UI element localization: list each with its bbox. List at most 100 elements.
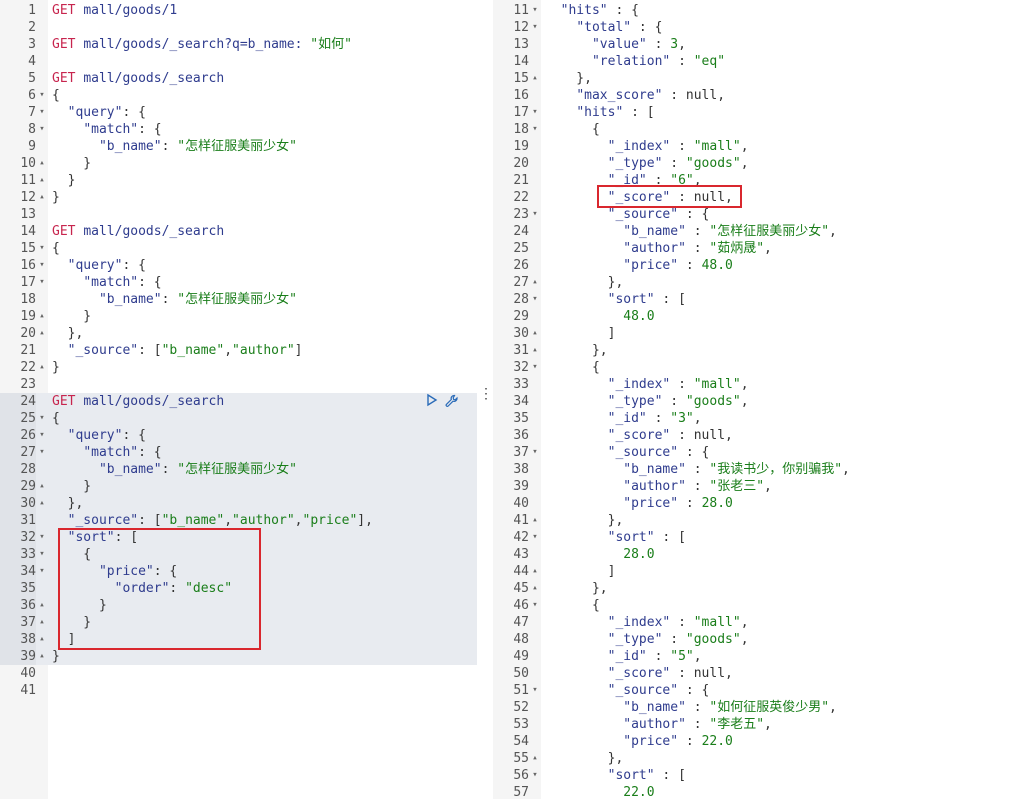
request-editor[interactable]: 1 GET mall/goods/1 2 3 GET mall/goods/_searc… bbox=[0, 0, 477, 799]
request-line[interactable]: 29 ▴ } bbox=[0, 478, 477, 495]
response-line[interactable]: 37 ▾ "_source" : { bbox=[493, 444, 1035, 461]
fold-close-icon[interactable]: ▴ bbox=[37, 308, 47, 325]
request-line[interactable]: 20 ▴ }, bbox=[0, 325, 477, 342]
response-line[interactable]: 57 22.0 bbox=[493, 784, 1035, 799]
response-line[interactable]: 28 ▾ "sort" : [ bbox=[493, 291, 1035, 308]
fold-close-icon[interactable]: ▴ bbox=[37, 648, 47, 665]
fold-open-icon[interactable]: ▾ bbox=[530, 444, 540, 461]
fold-open-icon[interactable]: ▾ bbox=[530, 767, 540, 784]
fold-close-icon[interactable]: ▴ bbox=[37, 614, 47, 631]
fold-close-icon[interactable]: ▴ bbox=[530, 325, 540, 342]
response-line[interactable]: 44 ▴ ] bbox=[493, 563, 1035, 580]
fold-open-icon[interactable]: ▾ bbox=[37, 410, 47, 427]
request-line[interactable]: 4 bbox=[0, 53, 477, 70]
response-line[interactable]: 36 "_score" : null, bbox=[493, 427, 1035, 444]
fold-close-icon[interactable]: ▴ bbox=[530, 580, 540, 597]
response-line[interactable]: 48 "_type" : "goods", bbox=[493, 631, 1035, 648]
response-line[interactable]: 13 "value" : 3, bbox=[493, 36, 1035, 53]
request-line[interactable]: 30 ▴ }, bbox=[0, 495, 477, 512]
request-line[interactable]: 7 ▾ "query": { bbox=[0, 104, 477, 121]
response-line[interactable]: 12 ▾ "total" : { bbox=[493, 19, 1035, 36]
response-line[interactable]: 34 "_type" : "goods", bbox=[493, 393, 1035, 410]
request-line[interactable]: 13 bbox=[0, 206, 477, 223]
fold-open-icon[interactable]: ▾ bbox=[37, 563, 47, 580]
request-line[interactable]: 21 "_source": ["b_name","author"] bbox=[0, 342, 477, 359]
response-line[interactable]: 33 "_index" : "mall", bbox=[493, 376, 1035, 393]
request-line[interactable]: 22 ▴} bbox=[0, 359, 477, 376]
request-line[interactable]: 40 bbox=[0, 665, 477, 682]
fold-close-icon[interactable]: ▴ bbox=[530, 274, 540, 291]
fold-open-icon[interactable]: ▾ bbox=[37, 240, 47, 257]
request-line[interactable]: 2 bbox=[0, 19, 477, 36]
request-line[interactable]: 25 ▾ { bbox=[0, 410, 477, 427]
request-line[interactable]: 6 ▾ { bbox=[0, 87, 477, 104]
response-line[interactable]: 53 "author" : "李老五", bbox=[493, 716, 1035, 733]
fold-open-icon[interactable]: ▾ bbox=[530, 291, 540, 308]
fold-close-icon[interactable]: ▴ bbox=[37, 478, 47, 495]
fold-open-icon[interactable]: ▾ bbox=[530, 529, 540, 546]
request-line[interactable]: 9 "b_name": "怎样征服美丽少女" bbox=[0, 138, 477, 155]
fold-open-icon[interactable]: ▾ bbox=[37, 257, 47, 274]
fold-open-icon[interactable]: ▾ bbox=[37, 274, 47, 291]
fold-close-icon[interactable]: ▴ bbox=[37, 631, 47, 648]
request-line[interactable]: 10 ▴ } bbox=[0, 155, 477, 172]
fold-close-icon[interactable]: ▴ bbox=[530, 70, 540, 87]
response-line[interactable]: 21 "_id" : "6", bbox=[493, 172, 1035, 189]
wrench-icon[interactable] bbox=[444, 393, 460, 410]
response-line[interactable]: 25 "author" : "茹炳晟", bbox=[493, 240, 1035, 257]
fold-close-icon[interactable]: ▴ bbox=[530, 750, 540, 767]
fold-open-icon[interactable]: ▾ bbox=[37, 87, 47, 104]
fold-open-icon[interactable]: ▾ bbox=[530, 359, 540, 376]
request-line[interactable]: 23 bbox=[0, 376, 477, 393]
response-line[interactable]: 19 "_index" : "mall", bbox=[493, 138, 1035, 155]
fold-close-icon[interactable]: ▴ bbox=[37, 155, 47, 172]
response-line[interactable]: 14 "relation" : "eq" bbox=[493, 53, 1035, 70]
response-line[interactable]: 17 ▾ "hits" : [ bbox=[493, 104, 1035, 121]
request-line[interactable]: 16 ▾ "query": { bbox=[0, 257, 477, 274]
response-line[interactable]: 49 "_id" : "5", bbox=[493, 648, 1035, 665]
response-line[interactable]: 29 48.0 bbox=[493, 308, 1035, 325]
request-line[interactable]: 41 bbox=[0, 682, 477, 699]
response-line[interactable]: 38 "b_name" : "我读书少，你别骗我", bbox=[493, 461, 1035, 478]
fold-close-icon[interactable]: ▴ bbox=[37, 597, 47, 614]
response-line[interactable]: 27 ▴ }, bbox=[493, 274, 1035, 291]
request-line[interactable]: 3 GET mall/goods/_search?q=b_name: "如何" bbox=[0, 36, 477, 53]
fold-open-icon[interactable]: ▾ bbox=[530, 104, 540, 121]
response-line[interactable]: 16 "max_score" : null, bbox=[493, 87, 1035, 104]
fold-open-icon[interactable]: ▾ bbox=[530, 682, 540, 699]
request-line[interactable]: 19 ▴ } bbox=[0, 308, 477, 325]
response-line[interactable]: 42 ▾ "sort" : [ bbox=[493, 529, 1035, 546]
request-line[interactable]: 31 "_source": ["b_name","author","price"… bbox=[0, 512, 477, 529]
request-line[interactable]: 11 ▴ } bbox=[0, 172, 477, 189]
response-line[interactable]: 45 ▴ }, bbox=[493, 580, 1035, 597]
request-line[interactable]: 18 "b_name": "怎样征服美丽少女" bbox=[0, 291, 477, 308]
response-line[interactable]: 52 "b_name" : "如何征服英俊少男", bbox=[493, 699, 1035, 716]
response-line[interactable]: 55 ▴ }, bbox=[493, 750, 1035, 767]
request-line[interactable]: 24 GET mall/goods/_search bbox=[0, 393, 477, 410]
fold-open-icon[interactable]: ▾ bbox=[530, 206, 540, 223]
request-line[interactable]: 27 ▾ "match": { bbox=[0, 444, 477, 461]
fold-close-icon[interactable]: ▴ bbox=[37, 325, 47, 342]
fold-open-icon[interactable]: ▾ bbox=[530, 19, 540, 36]
response-line[interactable]: 41 ▴ }, bbox=[493, 512, 1035, 529]
fold-open-icon[interactable]: ▾ bbox=[37, 529, 47, 546]
response-line[interactable]: 43 28.0 bbox=[493, 546, 1035, 563]
response-line[interactable]: 50 "_score" : null, bbox=[493, 665, 1035, 682]
fold-open-icon[interactable]: ▾ bbox=[37, 121, 47, 138]
response-line[interactable]: 30 ▴ ] bbox=[493, 325, 1035, 342]
fold-close-icon[interactable]: ▴ bbox=[530, 342, 540, 359]
request-line[interactable]: 12 ▴} bbox=[0, 189, 477, 206]
response-line[interactable]: 15 ▴ }, bbox=[493, 70, 1035, 87]
response-line[interactable]: 18 ▾ { bbox=[493, 121, 1035, 138]
more-vertical-icon[interactable]: ⋮ bbox=[479, 387, 493, 401]
response-line[interactable]: 20 "_type" : "goods", bbox=[493, 155, 1035, 172]
request-line[interactable]: 17 ▾ "match": { bbox=[0, 274, 477, 291]
response-line[interactable]: 47 "_index" : "mall", bbox=[493, 614, 1035, 631]
response-line[interactable]: 46 ▾ { bbox=[493, 597, 1035, 614]
pane-divider[interactable]: ⋮ bbox=[477, 0, 493, 799]
request-line[interactable]: 5 GET mall/goods/_search bbox=[0, 70, 477, 87]
play-icon[interactable] bbox=[425, 393, 439, 410]
response-viewer[interactable]: 11 ▾ "hits" : {12 ▾ "total" : {13 "value" … bbox=[493, 0, 1035, 799]
fold-close-icon[interactable]: ▴ bbox=[37, 495, 47, 512]
response-line[interactable]: 32 ▾ { bbox=[493, 359, 1035, 376]
